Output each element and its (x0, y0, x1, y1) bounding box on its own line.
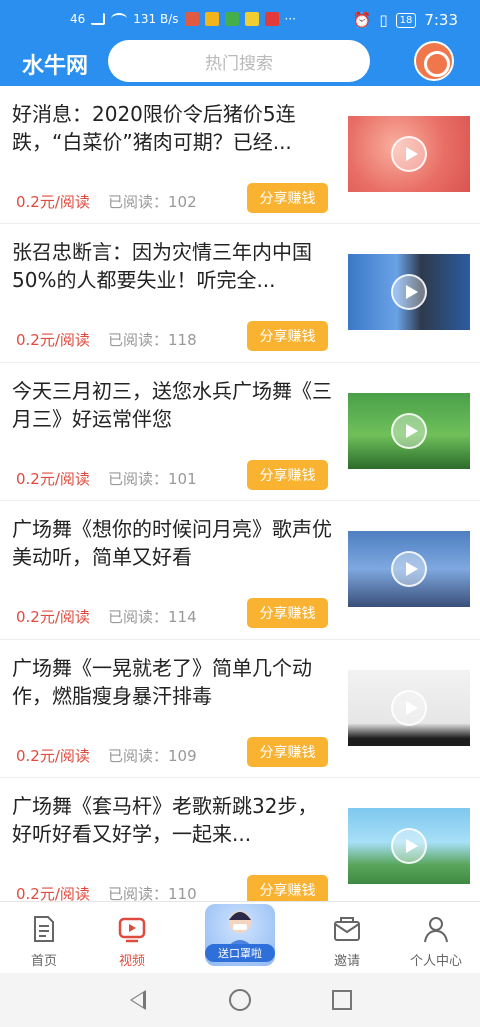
notification-app-icon (204, 12, 219, 26)
article-price: 0.2元/阅读 (16, 331, 90, 350)
article-thumbnail[interactable] (348, 116, 470, 192)
article-price: 0.2元/阅读 (16, 608, 90, 627)
mask-promo-button[interactable]: 送口罩啦 (205, 904, 275, 966)
notification-app-icon (224, 12, 239, 26)
status-bar: 46 131 B/s ··· ⏰ ▯ 18 7:33 (0, 0, 480, 38)
article-reads: 已阅读：118 (108, 331, 197, 350)
video-play-icon (391, 412, 427, 449)
envelope-icon (334, 917, 360, 941)
video-play-icon (391, 136, 427, 172)
battery-icon: 18 (395, 12, 417, 28)
net-speed: 131 B/s (133, 12, 179, 26)
video-play-icon (391, 689, 427, 726)
article-thumbnail[interactable] (348, 254, 470, 331)
article-thumbnail[interactable] (348, 669, 470, 746)
document-icon (34, 916, 54, 942)
vibrate-icon: ▯ (379, 11, 388, 29)
article-thumbnail[interactable] (348, 392, 470, 469)
network-type: 46 (70, 12, 86, 26)
status-time: 7:33 (424, 11, 458, 29)
app-logo: 水牛网 (22, 54, 89, 79)
article-card[interactable]: 广场舞《套马杆》老歌新跳32步，好听好看又好学，一起来... 0.2元/阅读 已… (0, 778, 480, 917)
article-card[interactable]: 好消息：2020限价令后猪价5连跌，“白菜价”猪肉可期？已经... 0.2元/阅… (0, 86, 480, 225)
home-icon[interactable] (229, 989, 251, 1011)
user-icon (424, 917, 448, 943)
back-icon[interactable] (130, 990, 146, 1010)
notification-app-icon (184, 12, 199, 26)
more-notifications-icon: ··· (284, 12, 296, 26)
avatar[interactable] (414, 41, 454, 81)
article-card[interactable]: 广场舞《想你的时候问月亮》歌声优美动听，简单又好看 0.2元/阅读 已阅读：11… (0, 501, 480, 640)
promo-label: 送口罩啦 (205, 944, 275, 962)
signal-icon (91, 13, 106, 25)
tab-profile[interactable]: 个人中心 (396, 914, 476, 969)
article-thumbnail[interactable] (348, 531, 470, 608)
bottom-tab-bar: 首页 视频 送口罩啦 邀请 个人中心 (0, 901, 480, 973)
article-card[interactable]: 广场舞《一晃就老了》简单几个动作，燃脂瘦身暴汗排毒 0.2元/阅读 已阅读：10… (0, 640, 480, 778)
article-title[interactable]: 今天三月初三，送您水兵广场舞《三月三》好运常伴您 (12, 377, 332, 433)
article-title[interactable]: 张召忠断言：因为灾情三年内中国50%的人都要失业！听完全... (12, 238, 332, 294)
share-earn-button[interactable]: 分享赚钱 (247, 183, 328, 213)
tab-label: 视频 (118, 954, 145, 969)
share-earn-button[interactable]: 分享赚钱 (247, 459, 328, 490)
article-reads: 已阅读：114 (108, 608, 197, 627)
article-price: 0.2元/阅读 (16, 193, 90, 211)
notification-app-icon (244, 12, 259, 26)
system-nav-bar (0, 973, 480, 1027)
tab-video[interactable]: 视频 (92, 914, 172, 969)
video-icon (118, 917, 146, 943)
article-title[interactable]: 好消息：2020限价令后猪价5连跌，“白菜价”猪肉可期？已经... (12, 100, 332, 156)
article-card[interactable]: 今天三月初三，送您水兵广场舞《三月三》好运常伴您 0.2元/阅读 已阅读：101… (0, 363, 480, 502)
article-reads: 已阅读：102 (108, 193, 197, 211)
article-title[interactable]: 广场舞《想你的时候问月亮》歌声优美动听，简单又好看 (12, 515, 332, 571)
status-left: 46 131 B/s ··· (70, 12, 296, 26)
article-reads: 已阅读：101 (108, 469, 197, 488)
article-price: 0.2元/阅读 (16, 746, 90, 765)
video-play-icon (391, 551, 427, 588)
article-reads: 已阅读：109 (108, 746, 197, 765)
article-feed: 好消息：2020限价令后猪价5连跌，“白菜价”猪肉可期？已经... 0.2元/阅… (0, 86, 480, 917)
video-play-icon (391, 827, 427, 864)
wifi-icon (111, 13, 128, 25)
share-earn-button[interactable]: 分享赚钱 (247, 598, 328, 629)
article-title[interactable]: 广场舞《套马杆》老歌新跳32步，好听好看又好学，一起来... (12, 792, 332, 848)
tab-label: 首页 (30, 954, 57, 969)
article-price: 0.2元/阅读 (16, 469, 90, 488)
article-title[interactable]: 广场舞《一晃就老了》简单几个动作，燃脂瘦身暴汗排毒 (12, 654, 332, 710)
tab-invite[interactable]: 邀请 (307, 914, 387, 969)
notification-app-icon (264, 12, 279, 26)
tab-home[interactable]: 首页 (4, 914, 84, 969)
share-earn-button[interactable]: 分享赚钱 (247, 736, 328, 767)
search-input[interactable]: 热门搜索 (108, 40, 370, 82)
recent-apps-icon[interactable] (332, 990, 352, 1010)
app-header: 水牛网 热门搜索 (0, 38, 480, 86)
share-earn-button[interactable]: 分享赚钱 (247, 321, 328, 352)
alarm-icon: ⏰ (352, 11, 372, 29)
tab-label: 个人中心 (409, 954, 462, 969)
article-thumbnail[interactable] (348, 807, 470, 884)
article-card[interactable]: 张召忠断言：因为灾情三年内中国50%的人都要失业！听完全... 0.2元/阅读 … (0, 224, 480, 363)
video-play-icon (391, 274, 427, 311)
status-right: ⏰ ▯ 18 7:33 (353, 11, 458, 29)
tab-label: 邀请 (333, 954, 360, 969)
